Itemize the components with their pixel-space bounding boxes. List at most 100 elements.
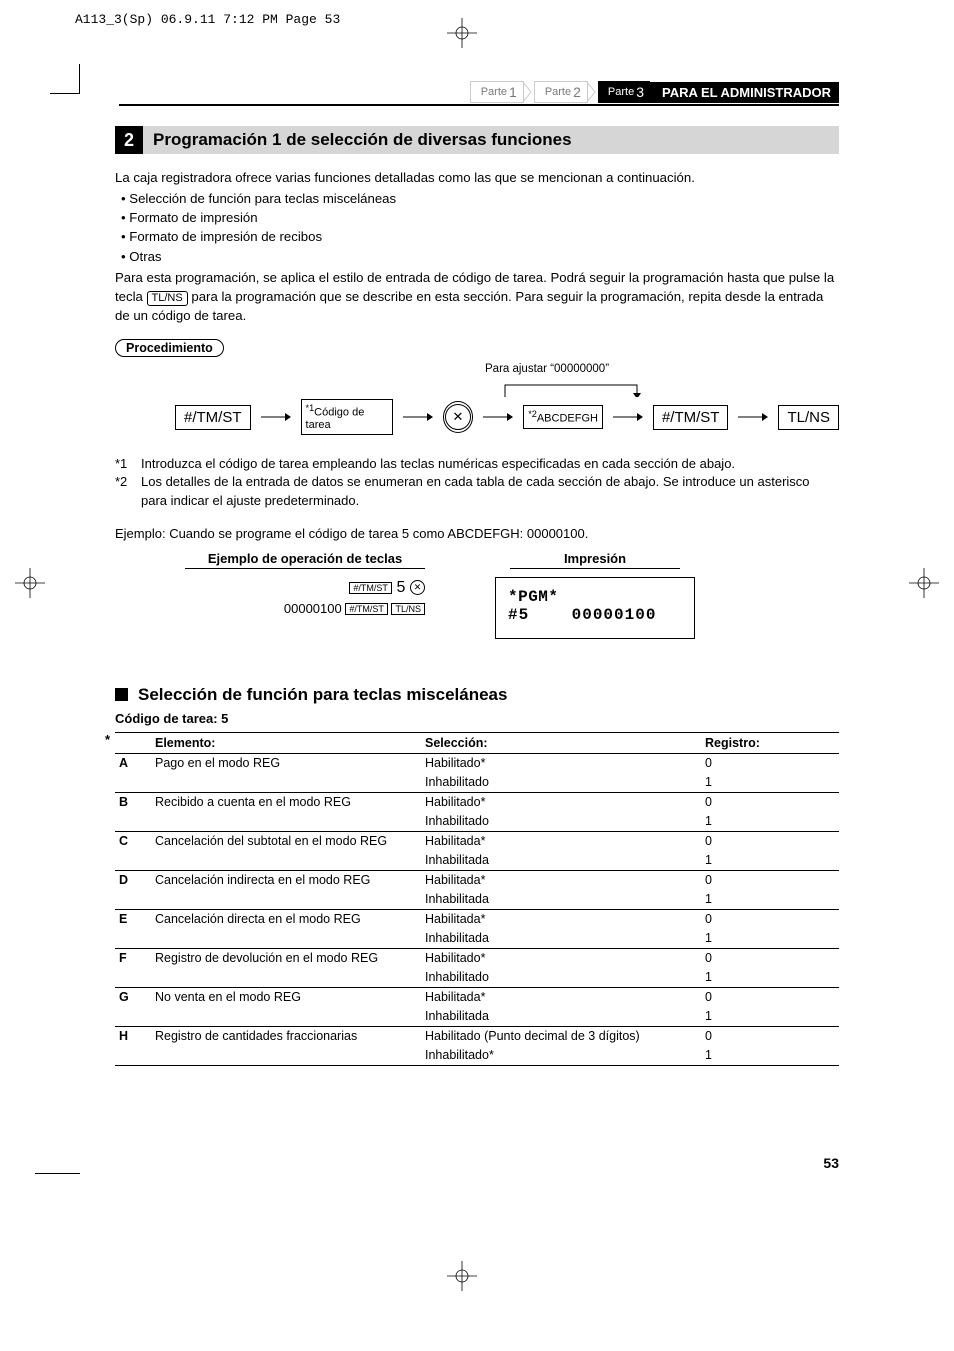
cell-registro: 1 [701, 890, 839, 910]
key-tlns: TL/NS [147, 291, 188, 306]
breadcrumb-label: Parte [481, 86, 507, 98]
registration-mark-right-icon [909, 568, 939, 598]
cell-seleccion: Inhabilitado [421, 773, 701, 793]
footnote-text: Introduzca el código de tarea empleando … [141, 455, 735, 473]
table-row: Inhabilitada1 [115, 1007, 839, 1027]
key-tmst: #/TM/ST [349, 582, 392, 594]
registration-mark-left-icon [15, 568, 45, 598]
breadcrumb-label: Parte [608, 86, 634, 98]
cell-letter [115, 929, 151, 949]
content-area: 2 Programación 1 de selección de diversa… [115, 120, 839, 1066]
bullet-item: • Otras [121, 247, 839, 266]
cell-seleccion: Habilitada* [421, 909, 701, 929]
asterisk-marker: * [105, 732, 110, 747]
cell-letter: F [115, 948, 151, 968]
multiply-icon: ✕ [410, 580, 425, 595]
page: A113_3(Sp) 06.9.11 7:12 PM Page 53 Parte… [0, 0, 954, 1351]
flow-key-tmst: #/TM/ST [653, 405, 729, 430]
settings-table-wrap: * Elemento: Selección: Registro: APago e… [115, 732, 839, 1066]
cell-elemento: Pago en el modo REG [151, 753, 421, 773]
cell-letter: C [115, 831, 151, 851]
intro-line: La caja registradora ofrece varias funci… [115, 168, 839, 187]
cell-seleccion: Inhabilitado [421, 812, 701, 832]
intro-paragraph: Para esta programación, se aplica el est… [115, 268, 839, 325]
bullet-item: • Formato de impresión [121, 208, 839, 227]
column-header: Impresión [510, 551, 680, 569]
table-row: HRegistro de cantidades fraccionariasHab… [115, 1026, 839, 1046]
cell-letter [115, 968, 151, 988]
cell-seleccion: Inhabilitada [421, 851, 701, 871]
cell-elemento [151, 1046, 421, 1066]
cell-seleccion: Inhabilitado* [421, 1046, 701, 1066]
procedure-label: Procedimiento [115, 339, 224, 357]
column-header: Ejemplo de operación de teclas [185, 551, 425, 569]
th-registro: Registro: [701, 732, 839, 753]
cell-letter: G [115, 987, 151, 1007]
flow-key-tlns: TL/NS [778, 405, 839, 430]
cell-registro: 0 [701, 831, 839, 851]
registration-mark-top-icon [447, 18, 477, 48]
th-seleccion: Selección: [421, 732, 701, 753]
breadcrumb-part3: Parte3 [598, 81, 650, 103]
breadcrumb-num: 1 [509, 84, 517, 100]
cell-seleccion: Habilitado (Punto decimal de 3 dígitos) [421, 1026, 701, 1046]
page-number: 53 [823, 1155, 839, 1171]
section-header: 2 Programación 1 de selección de diversa… [115, 126, 839, 154]
cell-seleccion: Inhabilitada [421, 929, 701, 949]
print-output: *PGM* #5 00000100 [495, 577, 695, 639]
cell-elemento [151, 773, 421, 793]
key-operation-column: Ejemplo de operación de teclas #/TM/ST 5… [185, 551, 425, 639]
breadcrumb-underline [119, 104, 839, 106]
bullet-item: • Formato de impresión de recibos [121, 227, 839, 246]
cell-elemento [151, 890, 421, 910]
footnote-label: *1 [115, 455, 141, 473]
cell-elemento: Recibido a cuenta en el modo REG [151, 792, 421, 812]
cell-letter [115, 851, 151, 871]
breadcrumb-title: PARA EL ADMINISTRADOR [650, 82, 839, 103]
th-elemento: Elemento: [151, 732, 421, 753]
cell-registro: 1 [701, 1007, 839, 1027]
table-row: Inhabilitada1 [115, 851, 839, 871]
breadcrumb-num: 2 [573, 84, 581, 100]
cell-registro: 1 [701, 929, 839, 949]
cell-elemento: Cancelación indirecta en el modo REG [151, 870, 421, 890]
cell-elemento [151, 851, 421, 871]
job-code-line: Código de tarea: 5 [115, 711, 839, 726]
table-row: Inhabilitado1 [115, 812, 839, 832]
crop-mark-icon [50, 64, 80, 94]
key-tlns: TL/NS [391, 603, 425, 615]
breadcrumb-num: 3 [636, 84, 644, 100]
cell-registro: 0 [701, 948, 839, 968]
flow-diagram: Para ajustar “00000000” #/TM/ST *1Código… [115, 363, 839, 443]
cell-seleccion: Habilitado* [421, 753, 701, 773]
cell-registro: 0 [701, 909, 839, 929]
subsection-title: Selección de función para teclas miscelá… [138, 685, 507, 705]
flow-key-tmst: #/TM/ST [175, 405, 251, 430]
cell-registro: 0 [701, 1026, 839, 1046]
table-row: Inhabilitado1 [115, 773, 839, 793]
key-sequence: #/TM/ST 5 ✕ 00000100 #/TM/ST TL/NS [185, 579, 425, 616]
breadcrumb-label: Parte [545, 86, 571, 98]
cell-elemento [151, 1007, 421, 1027]
arrow-icon [403, 412, 433, 422]
cell-elemento [151, 968, 421, 988]
arrow-icon [483, 412, 513, 422]
cell-seleccion: Habilitada* [421, 870, 701, 890]
cell-letter: A [115, 753, 151, 773]
cell-elemento [151, 929, 421, 949]
cell-registro: 1 [701, 773, 839, 793]
table-row: APago en el modo REGHabilitado*0 [115, 753, 839, 773]
cell-seleccion: Habilitada* [421, 831, 701, 851]
table-row: Inhabilitada1 [115, 890, 839, 910]
cell-seleccion: Habilitado* [421, 948, 701, 968]
cell-letter [115, 812, 151, 832]
cell-elemento: Cancelación directa en el modo REG [151, 909, 421, 929]
cell-letter [115, 1007, 151, 1027]
breadcrumb-part2: Parte2 [534, 81, 588, 103]
section-title-bar: Programación 1 de selección de diversas … [143, 126, 839, 154]
cell-letter [115, 890, 151, 910]
table-row: Inhabilitado*1 [115, 1046, 839, 1066]
flow-loop-arrow-icon [497, 377, 645, 397]
table-row: CCancelación del subtotal en el modo REG… [115, 831, 839, 851]
cell-elemento [151, 812, 421, 832]
